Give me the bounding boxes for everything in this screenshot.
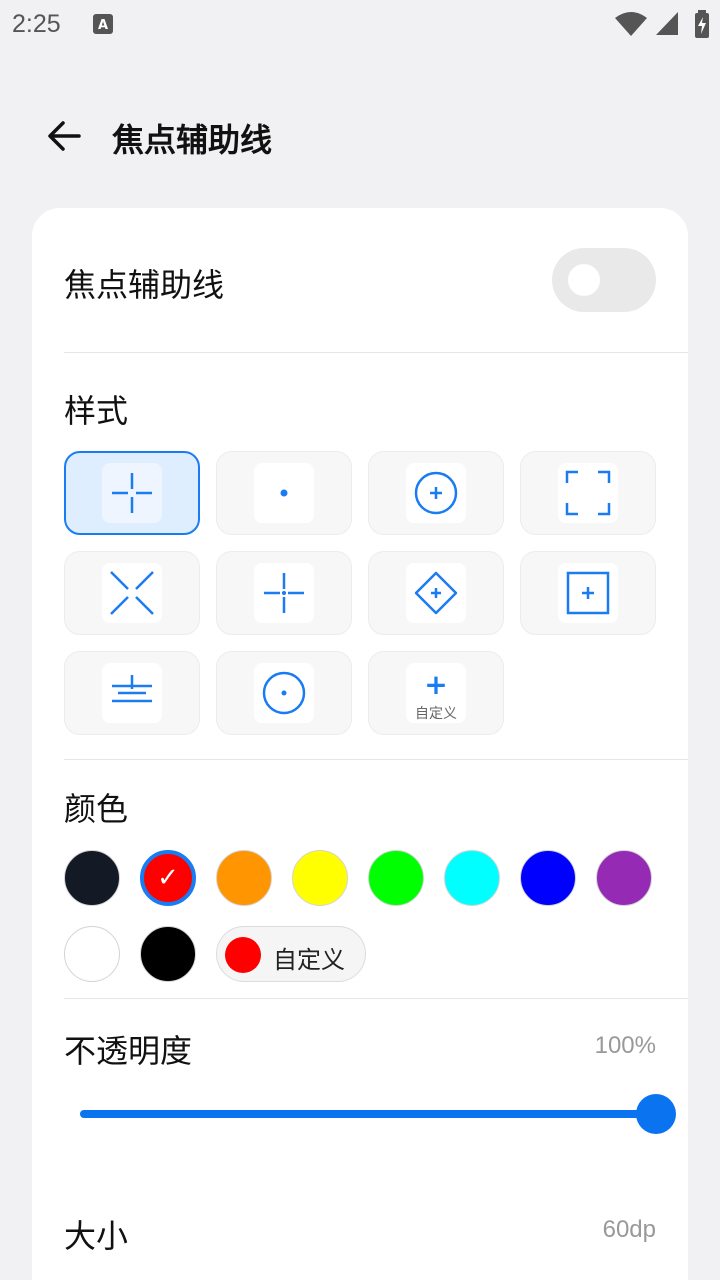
size-value: 60dp: [602, 1216, 656, 1243]
color-swatch-yellow[interactable]: [292, 850, 348, 906]
slider-thumb[interactable]: [636, 1094, 676, 1134]
color-swatch-cyan[interactable]: [444, 850, 500, 906]
arrow-left-icon: [48, 121, 81, 151]
color-swatch-red[interactable]: ✓: [140, 850, 196, 906]
custom-style-icon: +: [424, 668, 448, 701]
style-preview: [406, 463, 466, 523]
corner-brackets-icon: [565, 470, 611, 516]
color-swatch-green[interactable]: [368, 850, 424, 906]
style-option-diamond-plus[interactable]: [368, 551, 504, 635]
divider: [64, 759, 688, 760]
style-preview: [254, 663, 314, 723]
style-preview: [254, 463, 314, 523]
status-bar: 2:25 A: [0, 0, 720, 50]
slider-fill: [80, 1110, 656, 1118]
horizontal-lines-plus-icon: [112, 675, 152, 703]
style-option-crosshair-gap[interactable]: [64, 451, 200, 535]
style-option-horizontal-lines-plus[interactable]: [64, 651, 200, 735]
circle-plus-icon: [414, 471, 458, 515]
style-preview: [102, 663, 162, 723]
style-option-crosshair-dot[interactable]: [216, 551, 352, 635]
color-swatch-blue[interactable]: [520, 850, 576, 906]
style-option-center-dot[interactable]: [216, 451, 352, 535]
settings-card: 焦点辅助线 样式 + 自定义 颜色 ✓ 自定义 不透明度 100% 大小 60d…: [32, 208, 688, 1280]
circle-dot-icon: [262, 671, 306, 715]
opacity-value: 100%: [594, 1032, 656, 1059]
page-title: 焦点辅助线: [112, 121, 273, 159]
style-option-corner-brackets[interactable]: [520, 451, 656, 535]
style-option-custom[interactable]: + 自定义: [368, 651, 504, 735]
custom-color-dot: [225, 937, 261, 973]
app-notification-letter: A: [98, 18, 108, 33]
wifi-icon: [615, 12, 647, 36]
color-swatch-navy[interactable]: [64, 850, 120, 906]
status-time: 2:25: [12, 10, 61, 38]
style-option-diagonal-x[interactable]: [64, 551, 200, 635]
style-preview: [558, 563, 618, 623]
custom-color-label: 自定义: [273, 946, 345, 974]
size-label: 大小: [64, 1217, 129, 1255]
color-swatch-black[interactable]: [140, 926, 196, 982]
diamond-plus-icon: [414, 571, 458, 615]
check-icon: ✓: [157, 863, 179, 893]
center-dot-icon: [280, 489, 288, 497]
style-preview: + 自定义: [406, 663, 466, 723]
crosshair-dot-icon: [264, 573, 304, 613]
custom-style-label: 自定义: [415, 706, 457, 722]
divider: [64, 998, 688, 999]
battery-charging-icon: [695, 10, 709, 38]
crosshair-gap-icon: [112, 473, 152, 513]
app-notification-icon: A: [93, 14, 113, 34]
style-option-square-plus[interactable]: [520, 551, 656, 635]
square-plus-icon: [566, 571, 610, 615]
focus-guide-switch[interactable]: [552, 248, 656, 312]
style-option-circle-plus[interactable]: [368, 451, 504, 535]
switch-knob: [568, 264, 600, 296]
style-option-circle-dot[interactable]: [216, 651, 352, 735]
style-preview: [102, 563, 162, 623]
color-swatch-white[interactable]: [64, 926, 120, 982]
color-swatch-purple[interactable]: [596, 850, 652, 906]
style-section-label: 样式: [64, 392, 129, 430]
opacity-label: 不透明度: [64, 1032, 193, 1070]
back-button[interactable]: [40, 112, 88, 160]
color-section-label: 颜色: [64, 790, 129, 828]
custom-color-button[interactable]: 自定义: [216, 926, 366, 982]
focus-guide-toggle-label: 焦点辅助线: [64, 266, 225, 304]
app-bar: 焦点辅助线: [0, 96, 720, 176]
color-swatch-orange[interactable]: [216, 850, 272, 906]
opacity-slider[interactable]: [80, 1094, 676, 1134]
cell-signal-icon: [656, 12, 678, 35]
focus-guide-toggle-row[interactable]: 焦点辅助线: [32, 208, 688, 352]
style-preview: [254, 563, 314, 623]
diagonal-x-icon: [110, 571, 154, 615]
style-preview: [102, 463, 162, 523]
divider: [64, 352, 688, 353]
style-preview: [558, 463, 618, 523]
style-preview: [406, 563, 466, 623]
